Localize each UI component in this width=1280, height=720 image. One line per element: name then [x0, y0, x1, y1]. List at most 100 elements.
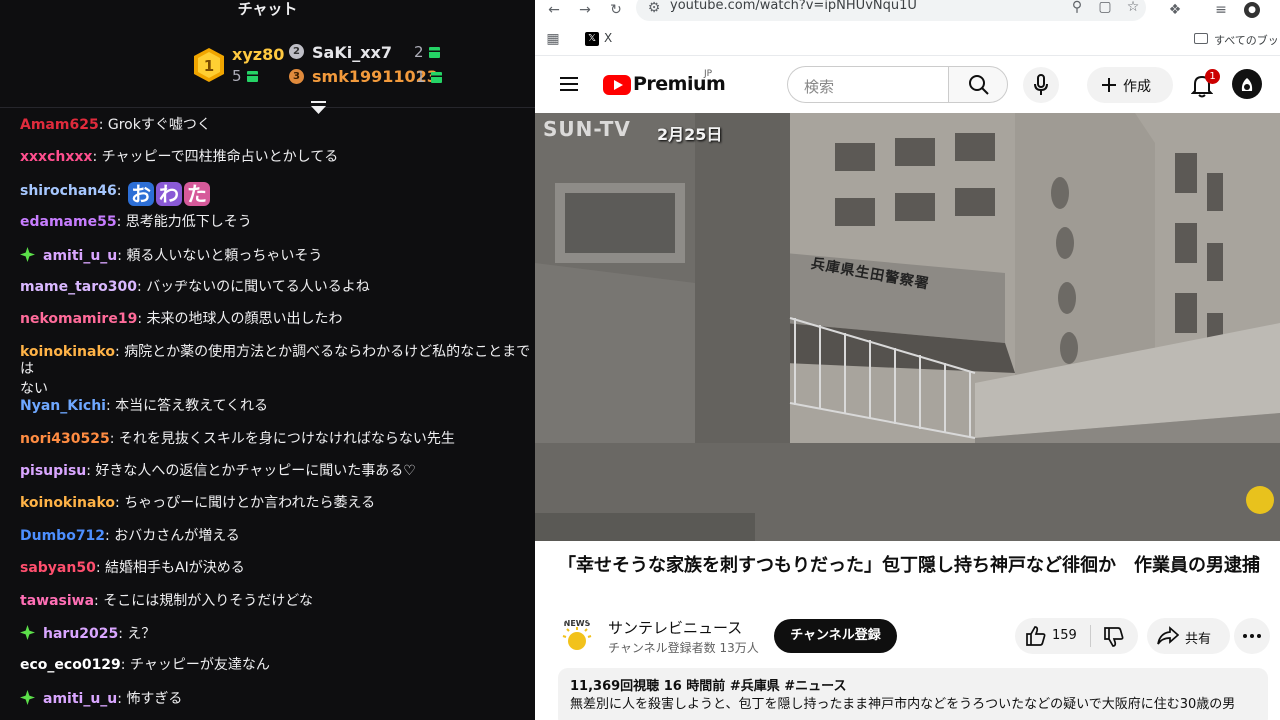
chat-message: xxxchxxx: チャッピーで四柱推命占いとかしてる: [0, 149, 338, 166]
chat-emote[interactable]: た: [183, 181, 210, 206]
site-info-icon[interactable]: ⚙: [646, 0, 662, 16]
youtube-header: Premium JP 検索 作成 1: [535, 57, 1280, 112]
chat-message-text: チャッピーで四柱推命占いとかしてる: [101, 149, 339, 166]
browser-toolbar: ← → ↻ ⚙ youtube.com/watch?v=ipNHUvNqu1U …: [535, 0, 1280, 22]
apps-grid-icon[interactable]: ▦: [545, 31, 561, 47]
chat-username[interactable]: koinokinako: [20, 344, 115, 360]
zoom-icon[interactable]: ⚲: [1069, 0, 1085, 15]
chat-username[interactable]: nekomamire19: [20, 311, 137, 327]
thumbs-down-icon[interactable]: [1103, 626, 1125, 648]
forward-arrow-icon[interactable]: →: [577, 2, 593, 18]
chat-username[interactable]: sabyan50: [20, 560, 96, 576]
microphone-icon: [1034, 74, 1048, 95]
folder-icon[interactable]: [1194, 33, 1208, 44]
chat-message-text-continued: ない: [20, 380, 48, 397]
channel-avatar[interactable]: NEWS: [558, 617, 596, 655]
chat-message-text: それを見抜くスキルを身につけなければならない先生: [118, 430, 455, 447]
notifications-button[interactable]: 1: [1191, 69, 1220, 98]
chat-username[interactable]: haru2025: [43, 626, 118, 642]
chat-message-text: 頼る人いないと頼っちゃいそう: [126, 247, 323, 264]
chat-username[interactable]: xxxchxxx: [20, 149, 92, 165]
chat-separator: :: [115, 343, 125, 360]
chat-username[interactable]: shirochan46: [20, 183, 117, 199]
broadcaster-watermark: SUN-TV: [543, 117, 631, 141]
chat-message: Nyan_Kichi: 本当に答え教えてくれる: [0, 398, 268, 415]
more-horizontal-icon: [1243, 634, 1261, 638]
chat-username[interactable]: pisupisu: [20, 463, 86, 479]
search-button[interactable]: [948, 66, 1008, 103]
video-title: 「幸せそうな家族を刺すつもりだった」包丁隠し持ち神戸など徘徊か 作業員の男逮捕: [558, 555, 1260, 576]
chat-username[interactable]: amiti_u_u: [43, 691, 117, 707]
menu-icon[interactable]: [560, 77, 578, 91]
chat-username[interactable]: tawasiwa: [20, 593, 94, 609]
more-actions-button[interactable]: [1234, 618, 1270, 654]
chat-separator: :: [116, 214, 126, 231]
description-meta: 11,369回視聴 16 時間前 #兵庫県 #ニュース: [570, 679, 847, 694]
address-bar[interactable]: ⚙ youtube.com/watch?v=ipNHUvNqu1U ⚲ ▢ ☆: [636, 0, 1146, 21]
chat-message: mame_taro300: バッヂないのに聞いてる人いるよね: [0, 279, 370, 296]
gift-leaderboard: 1 xyz80 5 2 SaKi_xx7 2 3 smk19911023 1: [0, 22, 535, 108]
video-player[interactable]: SUN-TV 2月25日 兵庫県生田警察署: [535, 113, 1280, 541]
video-description[interactable]: 11,369回視聴 16 時間前 #兵庫県 #ニュース 無差別に人を殺害しようと…: [558, 668, 1268, 720]
chat-message-text: ちゃっぴーに聞けとか言われたら萎える: [124, 495, 376, 512]
subscribe-button[interactable]: チャンネル登録: [774, 619, 897, 653]
install-app-icon[interactable]: ▢: [1097, 0, 1113, 15]
chat-message: haru2025: え？: [0, 625, 155, 643]
youtube-logo-icon[interactable]: [603, 75, 631, 95]
profile-avatar[interactable]: ●: [1244, 2, 1260, 18]
chat-emote[interactable]: わ: [155, 181, 182, 206]
leader-first-name[interactable]: xyz80: [232, 45, 284, 64]
collapse-arrow-icon[interactable]: [310, 100, 327, 116]
bookmarks-bar: ▦ 𝕏 X すべてのブックマー: [535, 22, 1280, 56]
chat-username[interactable]: amiti_u_u: [43, 248, 117, 264]
chat-username[interactable]: nori430525: [20, 431, 110, 447]
chat-message-text: チャッピーが友達なん: [129, 657, 270, 674]
chat-message-text: 怖すぎる: [126, 690, 183, 707]
chat-separator: :: [115, 495, 125, 512]
chat-username[interactable]: Nyan_Kichi: [20, 398, 106, 414]
gift-icon: [246, 71, 258, 82]
chat-username[interactable]: Dumbo712: [20, 528, 105, 544]
voice-search-button[interactable]: [1023, 67, 1059, 103]
chat-message-text: おバカさんが増える: [114, 527, 240, 544]
bookmark-star-icon[interactable]: ☆: [1125, 0, 1141, 15]
search-input[interactable]: 検索: [787, 66, 949, 103]
chat-username[interactable]: edamame55: [20, 214, 117, 230]
chat-username[interactable]: mame_taro300: [20, 279, 137, 295]
chat-message-text: 未来の地球人の顔思い出したわ: [146, 311, 343, 328]
extensions-icon[interactable]: ❖: [1167, 2, 1183, 18]
gift-icon: [428, 47, 440, 58]
chat-message: nekomamire19: 未来の地球人の顔思い出したわ: [0, 311, 343, 328]
like-dislike-group: 159: [1015, 618, 1138, 654]
tab-search-icon[interactable]: ≡: [1213, 2, 1229, 18]
all-bookmarks-link[interactable]: すべてのブックマー: [1214, 32, 1280, 48]
create-button[interactable]: 作成: [1087, 67, 1173, 103]
screen: チャット 1 xyz80 5 2 SaKi_xx7 2 3 smk1991102…: [0, 0, 1280, 720]
channel-subscriber-count: チャンネル登録者数 13万人: [608, 641, 759, 655]
chat-title: チャット: [237, 0, 298, 18]
chat-username[interactable]: koinokinako: [20, 495, 115, 511]
chat-message-text: え？: [127, 626, 156, 642]
share-button[interactable]: 共有: [1147, 618, 1230, 654]
leader-first-gifts: 5: [232, 67, 258, 85]
like-divider: [1090, 625, 1091, 647]
share-arrow-icon: [1157, 626, 1179, 645]
chat-panel: チャット 1 xyz80 5 2 SaKi_xx7 2 3 smk1991102…: [0, 0, 535, 720]
chat-emote[interactable]: お: [127, 181, 154, 206]
reload-icon[interactable]: ↻: [608, 2, 624, 18]
chat-username[interactable]: Amam625: [20, 117, 99, 133]
chat-separator: :: [98, 117, 108, 133]
account-avatar[interactable]: [1232, 69, 1262, 99]
thumbs-up-icon[interactable]: [1025, 625, 1047, 647]
channel-name[interactable]: サンテレビニュース: [608, 617, 742, 638]
leader-second-name[interactable]: SaKi_xx7: [312, 43, 392, 62]
chat-message: edamame55: 思考能力低下しそう: [0, 214, 252, 231]
plus-icon: [1102, 78, 1116, 92]
chat-username[interactable]: eco_eco0129: [20, 657, 121, 673]
bookmark-x[interactable]: X: [604, 31, 612, 45]
chat-message: amiti_u_u: 怖すぎる: [0, 689, 183, 708]
chat-separator: :: [120, 657, 130, 674]
back-arrow-icon[interactable]: ←: [546, 2, 562, 18]
chat-separator: :: [92, 149, 102, 166]
x-logo-icon[interactable]: 𝕏: [585, 32, 599, 46]
